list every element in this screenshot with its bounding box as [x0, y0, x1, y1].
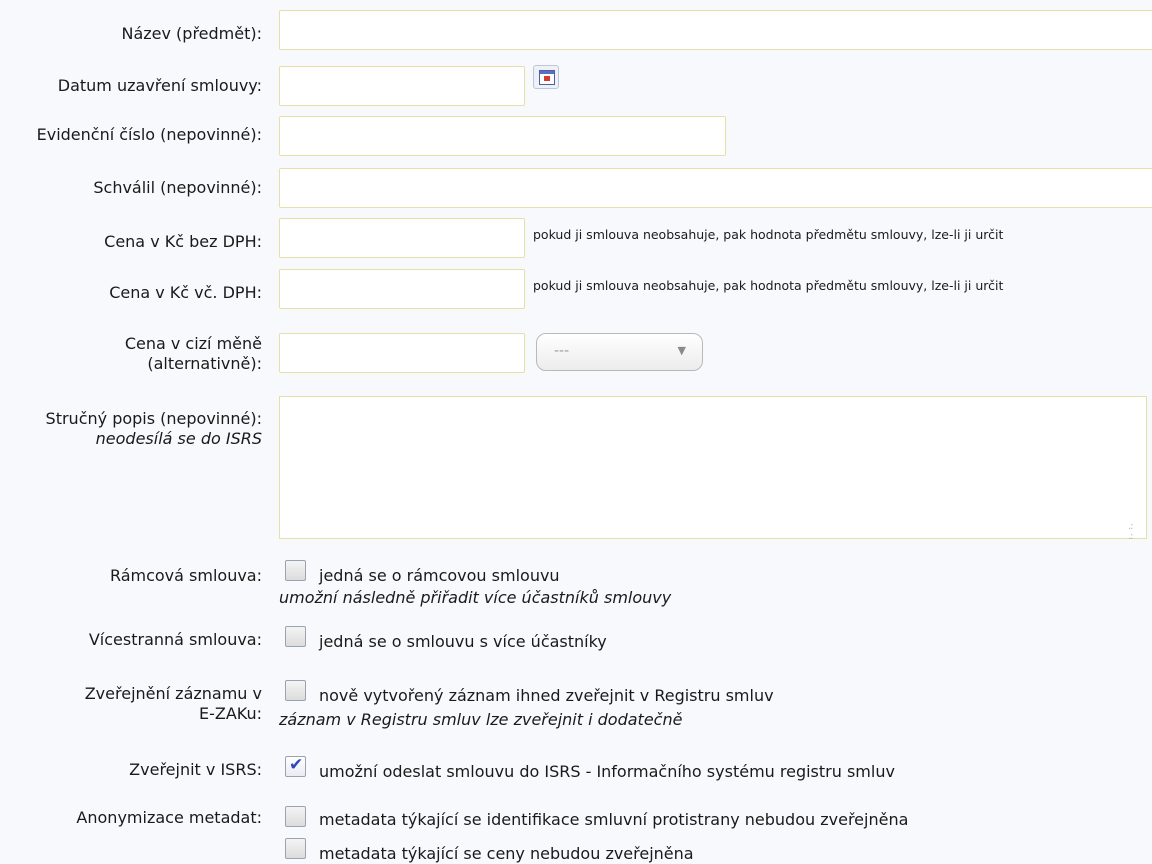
checkmark-icon: ✔: [289, 755, 304, 775]
schvalil-input[interactable]: [279, 168, 1152, 208]
label-zverejneni-line2: E-ZAKu:: [198, 704, 262, 723]
anonymizace-identifikace-text: metadata týkající se identifikace smluvn…: [319, 810, 909, 829]
label-schvalil: Schválil (nepovinné):: [93, 178, 262, 197]
label-datum: Datum uzavření smlouvy:: [57, 76, 262, 95]
label-popis: Stručný popis (nepovinné): neodesílá se …: [0, 409, 262, 449]
ramcova-text: jedná se o rámcovou smlouvu: [319, 566, 560, 585]
isrs-text: umožní odeslat smlouvu do ISRS - Informa…: [319, 762, 895, 781]
ramcova-checkbox[interactable]: [285, 560, 306, 581]
label-anonymizace: Anonymizace metadat:: [76, 808, 262, 827]
calendar-icon[interactable]: [533, 65, 559, 89]
label-vicestranna: Vícestranná smlouva:: [88, 630, 262, 649]
cena-cizi-input[interactable]: [279, 333, 525, 373]
ramcova-note: umožní následně přiřadit více účastníků …: [279, 588, 672, 607]
anonymizace-ceny-checkbox[interactable]: [285, 838, 306, 859]
label-evidencni: Evidenční číslo (nepovinné):: [36, 125, 262, 144]
label-ramcova: Rámcová smlouva:: [109, 566, 262, 585]
zverejneni-note: záznam v Registru smluv lze zveřejnit i …: [279, 710, 683, 729]
currency-select-value: ---: [554, 343, 570, 359]
datum-input[interactable]: [279, 66, 525, 106]
label-zverejneni-line1: Zveřejnění záznamu v: [84, 684, 262, 703]
label-cena-cizi-line1: Cena v cizí měně: [124, 334, 262, 353]
label-cena-vc-dph: Cena v Kč vč. DPH:: [109, 283, 262, 302]
resize-grip-icon[interactable]: .:.:: [1128, 522, 1133, 542]
popis-textarea[interactable]: [279, 396, 1147, 539]
anonymizace-identifikace-checkbox[interactable]: [285, 806, 306, 827]
cena-bez-dph-hint: pokud ji smlouva neobsahuje, pak hodnota…: [533, 227, 1004, 242]
cena-bez-dph-input[interactable]: [279, 218, 525, 258]
anonymizace-ceny-text: metadata týkající se ceny nebudou zveřej…: [319, 844, 694, 863]
nazev-input[interactable]: [279, 10, 1152, 50]
label-cena-cizi-line2: (alternativně):: [147, 354, 262, 373]
currency-select[interactable]: --- ▼: [536, 333, 703, 371]
label-zverejneni: Zveřejnění záznamu v E-ZAKu:: [0, 684, 262, 724]
isrs-checkbox[interactable]: ✔: [285, 755, 306, 777]
evidencni-input[interactable]: [279, 116, 726, 156]
cena-vc-dph-hint: pokud ji smlouva neobsahuje, pak hodnota…: [533, 278, 1004, 293]
cena-vc-dph-input[interactable]: [279, 269, 525, 309]
vicestranna-checkbox[interactable]: [285, 626, 306, 647]
label-cena-cizi: Cena v cizí měně (alternativně):: [0, 334, 262, 374]
chevron-down-icon: ▼: [677, 344, 686, 357]
label-isrs: Zveřejnit v ISRS:: [129, 760, 262, 779]
zverejneni-text: nově vytvořený záznam ihned zveřejnit v …: [319, 686, 774, 705]
label-popis-line1: Stručný popis (nepovinné):: [45, 409, 262, 428]
label-cena-bez-dph: Cena v Kč bez DPH:: [104, 232, 262, 251]
zverejneni-checkbox[interactable]: [285, 680, 306, 701]
vicestranna-text: jedná se o smlouvu s více účastníky: [319, 632, 607, 651]
label-nazev: Název (předmět):: [121, 24, 262, 43]
label-popis-note: neodesílá se do ISRS: [95, 429, 262, 448]
